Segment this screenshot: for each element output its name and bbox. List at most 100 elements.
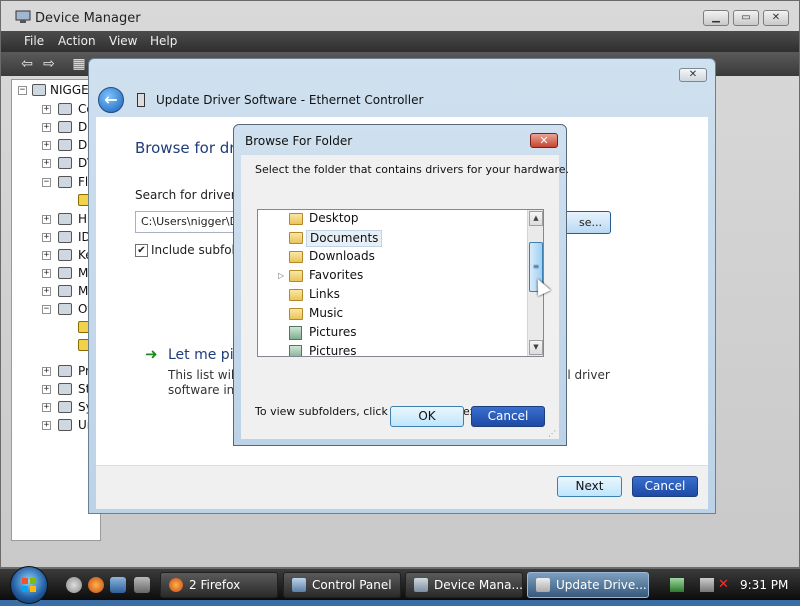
tree-expander[interactable]: + <box>42 141 51 150</box>
library-icon <box>289 345 302 356</box>
driver-icon <box>137 93 145 107</box>
device-category-icon <box>58 365 72 377</box>
quicklaunch-switch-windows-icon[interactable] <box>134 577 150 593</box>
task-device-manager[interactable]: Device Mana... <box>405 572 523 598</box>
wizard-footer: Next Cancel <box>96 465 708 509</box>
device-category-icon <box>58 139 72 151</box>
task-label: Device Mana... <box>434 578 523 592</box>
back-arrow-icon[interactable]: ⇦ <box>19 56 35 72</box>
properties-icon[interactable]: ▦ <box>71 56 87 72</box>
folder-item-links[interactable]: Links <box>258 286 526 305</box>
minimize-button[interactable]: ▁ <box>703 10 729 26</box>
folder-item-downloads[interactable]: Downloads <box>258 248 526 267</box>
device-category-icon <box>58 213 72 225</box>
folder-icon <box>289 308 303 320</box>
folder-item-desktop[interactable]: Desktop <box>258 210 526 229</box>
resize-grip-icon[interactable]: ⋰ <box>548 429 558 439</box>
clock[interactable]: 9:31 PM <box>740 578 788 592</box>
tree-expander[interactable]: − <box>18 86 27 95</box>
folder-item-label: Pictures <box>309 344 357 357</box>
tree-expander[interactable]: + <box>42 159 51 168</box>
close-icon[interactable]: ✕ <box>530 133 558 148</box>
menu-view[interactable]: View <box>105 33 141 49</box>
folder-item-label: Downloads <box>309 249 375 263</box>
device-category-icon <box>58 249 72 261</box>
device-category-icon <box>58 383 72 395</box>
wizard-close-button[interactable]: ✕ <box>679 68 707 82</box>
device-manager-titlebar[interactable]: Device Manager ▁ ▭ ✕ <box>1 1 799 31</box>
folder-icon <box>289 289 303 301</box>
tree-expander[interactable]: + <box>42 233 51 242</box>
browse-for-folder-title: Browse For Folder <box>245 134 353 148</box>
device-manager-title: Device Manager <box>35 11 141 26</box>
let-me-pick-description-line2: software in t <box>168 383 243 397</box>
green-arrow-icon: ➜ <box>145 345 158 363</box>
quicklaunch-desktop-icon[interactable] <box>110 577 126 593</box>
menu-action[interactable]: Action <box>54 33 100 49</box>
menu-bar: File Action View Help <box>1 31 799 52</box>
tree-expander[interactable]: − <box>42 305 51 314</box>
wizard-heading: Browse for dri <box>135 139 240 157</box>
folder-item-music[interactable]: Music <box>258 305 526 324</box>
tree-expander[interactable]: + <box>42 251 51 260</box>
back-arrow-icon[interactable]: ← <box>98 87 124 113</box>
tree-expander[interactable]: + <box>42 367 51 376</box>
folder-item-label: Links <box>309 287 340 301</box>
device-manager-app-icon <box>15 10 31 24</box>
menu-file[interactable]: File <box>20 33 48 49</box>
tree-expander[interactable]: + <box>42 385 51 394</box>
task-control-panel[interactable]: Control Panel <box>283 572 401 598</box>
tree-expander[interactable]: + <box>42 403 51 412</box>
browse-for-folder-dialog: Browse For Folder ✕ Select the folder th… <box>233 124 569 446</box>
tree-expander[interactable]: + <box>42 105 51 114</box>
browse-cancel-button[interactable]: Cancel <box>471 406 545 427</box>
library-icon <box>289 326 302 340</box>
folder-item-pictures-2[interactable]: Pictures <box>258 343 526 357</box>
forward-arrow-icon[interactable]: ⇨ <box>41 56 57 72</box>
tray-network-icon[interactable] <box>670 578 684 592</box>
computer-icon <box>32 84 46 96</box>
device-category-icon <box>58 285 72 297</box>
device-category-icon <box>58 231 72 243</box>
menu-help[interactable]: Help <box>146 33 181 49</box>
next-button[interactable]: Next <box>557 476 622 497</box>
tree-expander[interactable]: + <box>42 269 51 278</box>
task-update-driver[interactable]: Update Drive... <box>527 572 649 598</box>
folder-item-pictures[interactable]: Pictures <box>258 324 526 343</box>
windows-logo-icon <box>22 578 36 592</box>
wizard-title: Update Driver Software - Ethernet Contro… <box>156 93 424 107</box>
device-category-icon <box>58 303 72 315</box>
close-button[interactable]: ✕ <box>763 10 789 26</box>
maximize-button[interactable]: ▭ <box>733 10 759 26</box>
wizard-cancel-button[interactable]: Cancel <box>632 476 698 497</box>
folder-tree[interactable]: Desktop Documents Downloads ▷ Favorites … <box>257 209 544 357</box>
include-subfolders-checkbox[interactable]: ✔ <box>135 244 148 257</box>
folder-item-label: Documents <box>306 230 383 247</box>
quicklaunch-ie-icon[interactable] <box>66 577 82 593</box>
tree-expander[interactable]: + <box>42 215 51 224</box>
quicklaunch-firefox-icon[interactable] <box>88 577 104 593</box>
folder-item-favorites[interactable]: ▷ Favorites <box>258 267 526 286</box>
tree-expander[interactable]: + <box>42 421 51 430</box>
expand-triangle-icon[interactable]: ▷ <box>278 271 284 280</box>
start-button[interactable] <box>10 566 48 604</box>
task-firefox[interactable]: 2 Firefox <box>160 572 278 598</box>
folder-item-documents[interactable]: Documents <box>258 229 526 248</box>
task-label: Update Drive... <box>556 578 647 592</box>
tree-expander[interactable]: + <box>42 287 51 296</box>
include-subfolders-label: Include subfold <box>151 243 243 257</box>
tree-expander[interactable]: + <box>42 123 51 132</box>
tray-volume-muted-icon[interactable]: ✕ <box>718 578 732 592</box>
device-category-icon <box>58 157 72 169</box>
ok-button[interactable]: OK <box>390 406 464 427</box>
task-label: 2 Firefox <box>189 578 241 592</box>
tray-monitor-icon[interactable] <box>700 578 714 592</box>
scroll-up-arrow-icon[interactable]: ▲ <box>529 211 543 226</box>
device-category-icon <box>58 401 72 413</box>
device-category-icon <box>58 103 72 115</box>
let-me-pick-link[interactable]: Let me pi <box>168 347 234 363</box>
tree-expander[interactable]: − <box>42 178 51 187</box>
tree-item-label: M <box>78 266 89 280</box>
folder-icon <box>289 213 303 225</box>
scroll-down-arrow-icon[interactable]: ▼ <box>529 340 543 355</box>
